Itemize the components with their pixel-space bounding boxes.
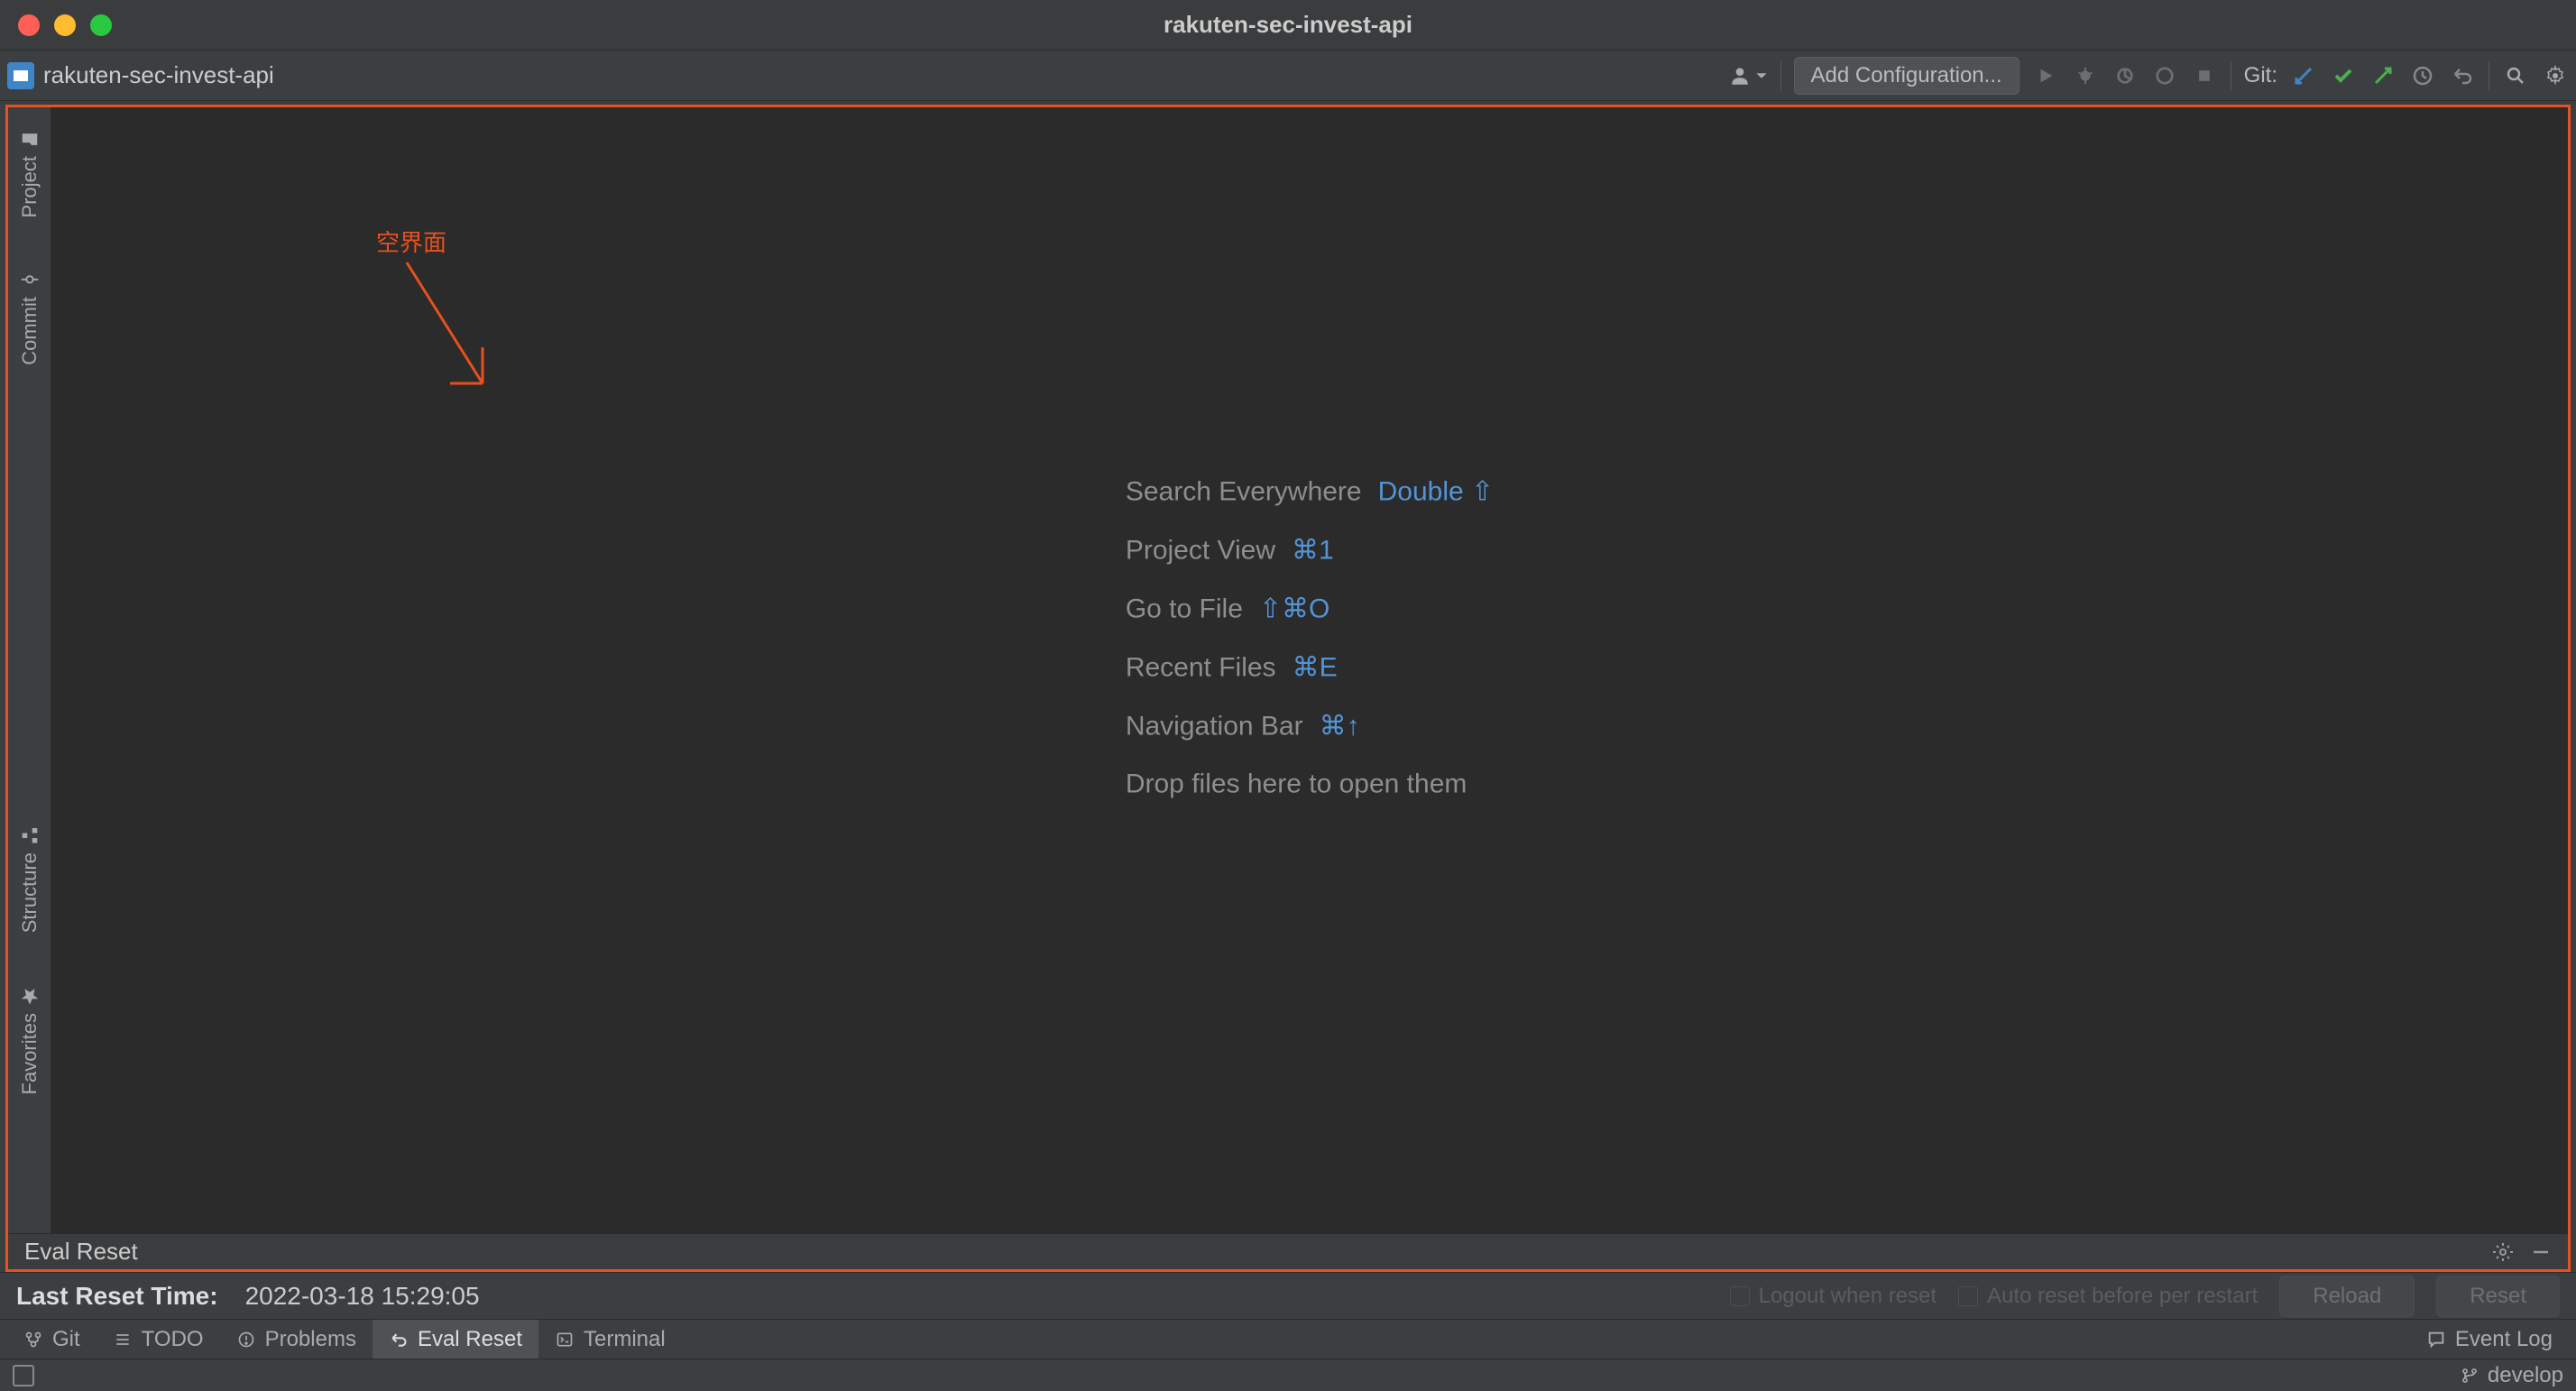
branch-icon — [23, 1330, 43, 1350]
stop-icon[interactable] — [2191, 62, 2218, 89]
problems-tab[interactable]: Problems — [220, 1320, 373, 1359]
run-icon[interactable] — [2032, 62, 2059, 89]
breadcrumb-project[interactable]: rakuten-sec-invest-api — [43, 61, 274, 89]
chevron-down-icon — [1755, 69, 1768, 82]
shortcut-project-view: Project View ⌘1 — [1126, 535, 1494, 567]
sidebar-label: Structure — [18, 852, 41, 933]
settings-icon[interactable] — [2542, 62, 2569, 89]
user-icon — [1728, 64, 1752, 88]
last-reset-label: Last Reset Time: — [16, 1282, 218, 1311]
maximize-window-button[interactable] — [90, 14, 112, 36]
terminal-icon — [555, 1330, 575, 1350]
eval-reset-title: Eval Reset — [24, 1238, 138, 1266]
coverage-icon[interactable] — [2111, 62, 2139, 89]
shortcut-recent-files: Recent Files ⌘E — [1126, 652, 1494, 684]
commit-dot-icon — [20, 270, 40, 290]
push-icon[interactable] — [2369, 62, 2397, 89]
git-tab[interactable]: Git — [7, 1320, 97, 1359]
commit-tool-tab[interactable]: Commit — [18, 257, 41, 378]
main-content-outline: Project Commit Structure Favorites — [5, 105, 2571, 1272]
close-window-button[interactable] — [18, 14, 40, 36]
folder-icon — [20, 129, 40, 149]
warning-icon — [236, 1330, 256, 1350]
project-icon — [7, 62, 34, 89]
eval-reset-content: Last Reset Time: 2022-03-18 15:29:05 Log… — [0, 1272, 2576, 1319]
sidebar-label: Favorites — [18, 1013, 41, 1094]
annotation-label: 空界面 — [376, 225, 446, 258]
hide-panel-icon[interactable] — [2530, 1241, 2552, 1263]
sidebar-label: Project — [18, 156, 41, 217]
traffic-lights — [0, 14, 112, 36]
annotation-arrow — [401, 257, 501, 401]
history-icon[interactable] — [2409, 62, 2436, 89]
editor-empty-state[interactable]: 空界面 Search Everywhere Double ⇧ Project V… — [51, 107, 2568, 1233]
minimize-window-button[interactable] — [54, 14, 76, 36]
list-icon — [113, 1330, 133, 1350]
debug-icon[interactable] — [2072, 62, 2099, 89]
left-tool-strip: Project Commit Structure Favorites — [8, 107, 51, 1233]
project-tool-tab[interactable]: Project — [18, 116, 41, 230]
star-icon — [20, 986, 40, 1006]
shortcut-search-everywhere: Search Everywhere Double ⇧ — [1126, 476, 1494, 508]
titlebar: rakuten-sec-invest-api — [0, 0, 2576, 51]
undo-icon — [389, 1330, 409, 1350]
logout-when-reset-checkbox[interactable]: Logout when reset — [1730, 1284, 1937, 1309]
reload-button[interactable]: Reload — [2279, 1276, 2415, 1317]
commit-icon[interactable] — [2330, 62, 2357, 89]
bottom-toolbar: Git TODO Problems Eval Reset Terminal Ev… — [0, 1319, 2576, 1359]
terminal-tab[interactable]: Terminal — [538, 1320, 682, 1359]
rollback-icon[interactable] — [2449, 62, 2476, 89]
structure-tool-tab[interactable]: Structure — [18, 813, 41, 945]
search-icon[interactable] — [2502, 62, 2529, 89]
profiler-icon[interactable] — [2151, 62, 2178, 89]
window-title: rakuten-sec-invest-api — [1164, 11, 1412, 39]
main-toolbar: rakuten-sec-invest-api Add Configuration… — [0, 51, 2576, 101]
git-branch-icon[interactable] — [2461, 1367, 2479, 1385]
speech-icon — [2426, 1330, 2446, 1350]
checkbox-icon — [1958, 1286, 1978, 1306]
eval-reset-panel-header: Eval Reset — [8, 1233, 2568, 1269]
auto-reset-checkbox[interactable]: Auto reset before per restart — [1958, 1284, 2258, 1309]
shortcut-navigation-bar: Navigation Bar ⌘↑ — [1126, 711, 1494, 742]
sidebar-label: Commit — [18, 297, 41, 365]
statusbar: develop — [0, 1359, 2576, 1391]
git-label: Git: — [2244, 63, 2277, 88]
shortcut-go-to-file: Go to File ⇧⌘O — [1126, 594, 1494, 625]
event-log-tab[interactable]: Event Log — [2410, 1320, 2569, 1359]
checkbox-icon — [1730, 1286, 1750, 1306]
favorites-tool-tab[interactable]: Favorites — [18, 973, 41, 1107]
tool-windows-toggle-icon[interactable] — [13, 1365, 34, 1386]
reset-button[interactable]: Reset — [2436, 1276, 2560, 1317]
drop-files-hint: Drop files here to open them — [1126, 769, 1494, 800]
last-reset-time: 2022-03-18 15:29:05 — [245, 1282, 480, 1311]
eval-reset-tab[interactable]: Eval Reset — [373, 1320, 538, 1359]
add-configuration-button[interactable]: Add Configuration... — [1794, 57, 2019, 95]
git-branch-name[interactable]: develop — [2488, 1363, 2563, 1388]
update-project-icon[interactable] — [2290, 62, 2317, 89]
structure-icon — [20, 825, 40, 845]
user-dropdown[interactable] — [1728, 64, 1768, 88]
todo-tab[interactable]: TODO — [97, 1320, 220, 1359]
empty-state-shortcuts: Search Everywhere Double ⇧ Project View … — [1126, 476, 1494, 800]
gear-icon[interactable] — [2492, 1241, 2514, 1263]
